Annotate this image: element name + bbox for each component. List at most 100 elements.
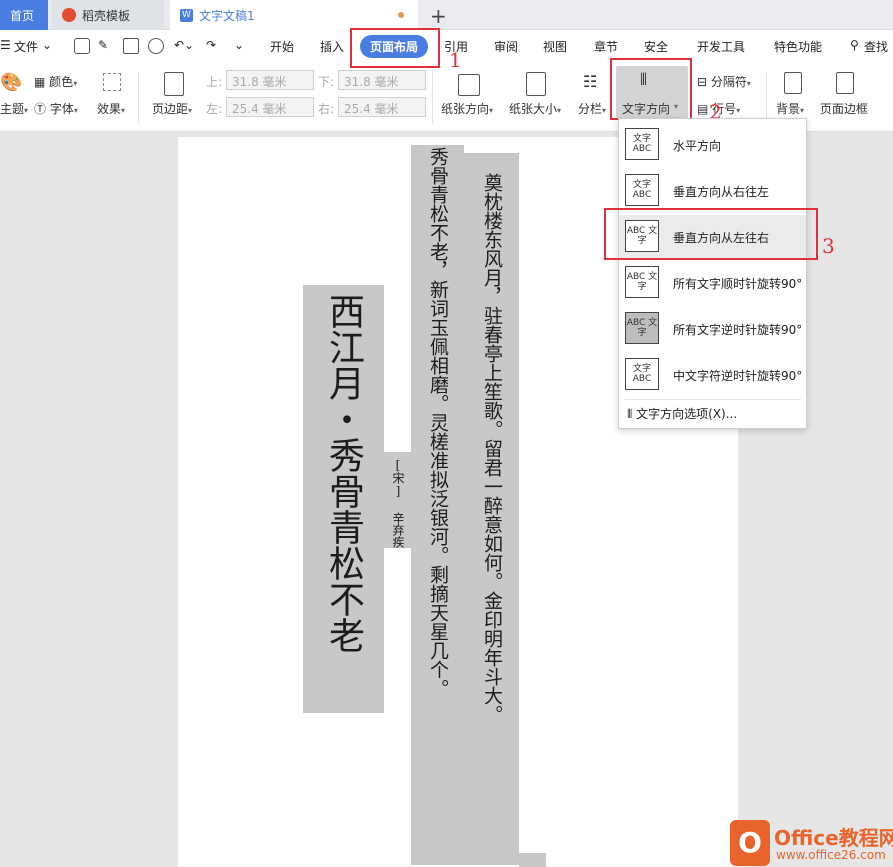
menu-section[interactable]: 章节 [594,38,618,55]
undo-icon[interactable]: ↶⌄ [174,38,194,52]
hamburger-icon[interactable]: ☰ [0,38,11,52]
ribbon-orientation[interactable]: 纸张方向▾ [441,100,493,117]
margin-bottom-field[interactable]: 31.8 毫米 [338,70,426,90]
search-icon[interactable]: ⚲ [850,38,859,52]
ribbon-page-border[interactable]: 页面边框 [820,100,868,117]
option-rotate-counterclockwise-label: 所有文字逆时针旋转90° [673,323,803,337]
margin-top-value: 31.8 毫米 [232,75,287,89]
menu-insert[interactable]: 插入 [320,38,344,55]
option-horizontal[interactable]: 文字 ABC 水平方向 [619,123,806,167]
ribbon-background[interactable]: 背景▾ [776,100,804,117]
chinese-rotate-icon: 文字 ABC [625,358,659,390]
menu-search[interactable]: 查找 [864,38,888,55]
ribbon-effects[interactable]: 效果▾ [97,100,125,117]
text-direction-options-icon: ⦀ [627,407,633,421]
ribbon-font[interactable]: Ⓣ 字体▾ [34,100,78,117]
ribbon-paper-size[interactable]: 纸张大小▾ [509,100,561,117]
annotation-box-vertical-ltr [604,208,818,260]
menu-special-features[interactable]: 特色功能 [774,38,822,55]
option-vertical-right-to-left[interactable]: 文字 ABC 垂直方向从右往左 [619,169,806,213]
effects-preview-icon[interactable] [103,73,121,91]
tab-home-label: 首页 [10,8,35,23]
tab-home[interactable]: 首页 [0,0,48,30]
ribbon-margins[interactable]: 页边距▾ [152,100,192,117]
chevron-down-icon[interactable]: ⌄ [42,38,52,52]
ribbon-divider [766,72,767,124]
poem-line-2: 奠枕楼东风月，驻春亭上笙歌。留君一醉意如何。金印明年斗大。 [464,153,519,865]
ribbon-margins-label: 页边距 [152,102,189,116]
poem-title: 西江月・秀骨青松不老 [303,285,384,713]
option-rotate-counterclockwise-90[interactable]: ABC 文字 所有文字逆时针旋转90° [619,307,806,351]
background-icon[interactable] [784,72,802,94]
margin-left-value: 25.4 毫米 [232,102,287,116]
dropdown-divider [625,399,801,400]
text-direction-options[interactable]: ⦀ 文字方向选项(X)... [627,405,737,422]
ribbon-background-label: 背景 [776,102,801,116]
poem-line-1: 秀骨青松不老，新词玉佩相磨。灵槎准拟泛银河。剩摘天星几个。 [411,145,464,865]
text-direction-options-label: 文字方向选项(X)... [636,407,738,421]
option-chinese-rotate-label: 中文字符逆时针旋转90° [673,369,803,383]
page-border-icon[interactable] [836,72,854,94]
horizontal-text-icon: 文字 ABC [625,128,659,160]
wps-writer-icon: W [180,8,193,22]
ribbon-paper-size-label: 纸张大小 [509,102,558,116]
orientation-icon[interactable] [458,74,480,96]
margins-icon[interactable] [164,72,184,96]
margin-top-field[interactable]: 31.8 毫米 [226,70,314,90]
text-direction-dropdown: 文字 ABC 水平方向 文字 ABC 垂直方向从右往左 ABC 文字 垂直方向从… [618,118,807,429]
annotation-box-text-direction [610,58,692,120]
ribbon-font-label: 字体 [49,102,74,116]
tab-bar: 首页 稻壳模板 W 文字文稿1 + [0,0,893,30]
save-icon[interactable] [74,38,90,54]
menu-view[interactable]: 视图 [543,38,567,55]
logo-url: www.office26.com [776,848,886,862]
ribbon-theme[interactable]: 主题▾ [0,100,28,117]
annotation-box-page-layout [350,28,440,68]
margin-left-label: 左: [206,102,223,116]
office-logo-icon: O [730,820,770,866]
margin-bottom-label: 下: [318,75,335,89]
menu-bar: ☰ 文件 ⌄ ✎ ↶⌄ ↷ ⌄ 开始 插入 页面布局 引用 审阅 视图 章节 安… [0,30,893,64]
new-tab-button[interactable]: + [430,4,447,28]
tab-document[interactable]: W 文字文稿1 [170,0,418,30]
tab-document-label: 文字文稿1 [199,8,255,23]
ribbon-orientation-label: 纸张方向 [441,102,490,116]
ribbon-separator[interactable]: ⊟ 分隔符▾ [697,73,751,90]
logo-title: Office教程网 [774,826,893,850]
font-icon: Ⓣ [34,102,47,116]
menu-developer[interactable]: 开发工具 [697,38,745,55]
margin-right-field[interactable]: 25.4 毫米 [338,97,426,117]
ribbon-divider [432,72,433,124]
palette-icon[interactable]: 🎨 [0,72,22,93]
option-vertical-rtl-label: 垂直方向从右往左 [673,185,770,199]
rotate-counterclockwise-icon: ABC 文字 [625,312,659,344]
vertical-rtl-icon: 文字 ABC [625,174,659,206]
tab-daoke-label: 稻壳模板 [82,8,131,23]
margin-right-label: 右: [318,102,335,116]
print-icon[interactable] [123,38,139,54]
more-quick-access-icon[interactable]: ⌄ [234,38,244,52]
unsaved-dot [398,12,404,18]
ribbon-columns-label: 分栏 [578,102,603,116]
menu-start[interactable]: 开始 [270,38,294,55]
print-preview-icon[interactable] [148,38,164,54]
menu-security[interactable]: 安全 [644,38,668,55]
tab-daoke-templates[interactable]: 稻壳模板 [52,0,164,30]
colors-icon: ▦ [34,75,46,89]
menu-review[interactable]: 审阅 [494,38,518,55]
redo-icon[interactable]: ↷ [206,38,216,52]
menu-file[interactable]: 文件 [14,38,38,55]
ribbon-separator-label: 分隔符 [710,75,747,89]
paper-size-icon[interactable] [526,72,546,96]
margin-left-field[interactable]: 25.4 毫米 [226,97,314,117]
ribbon-colors-label: 颜色 [49,75,74,89]
option-chinese-rotate-counterclockwise-90[interactable]: 文字 ABC 中文字符逆时针旋转90° [619,353,806,397]
columns-icon[interactable]: ☷ [583,72,597,91]
ribbon-colors[interactable]: ▦ 颜色▾ [34,73,77,90]
ribbon-columns[interactable]: 分栏▾ [578,100,606,117]
format-painter-icon[interactable]: ✎ [98,38,108,52]
option-rotate-clockwise-90[interactable]: ABC 文字 所有文字顺时针旋转90° [619,261,806,305]
ribbon-effects-label: 效果 [97,102,122,116]
line-number-icon: ▤ [697,102,709,116]
poem-author: [宋] 辛弃疾 [384,452,411,548]
